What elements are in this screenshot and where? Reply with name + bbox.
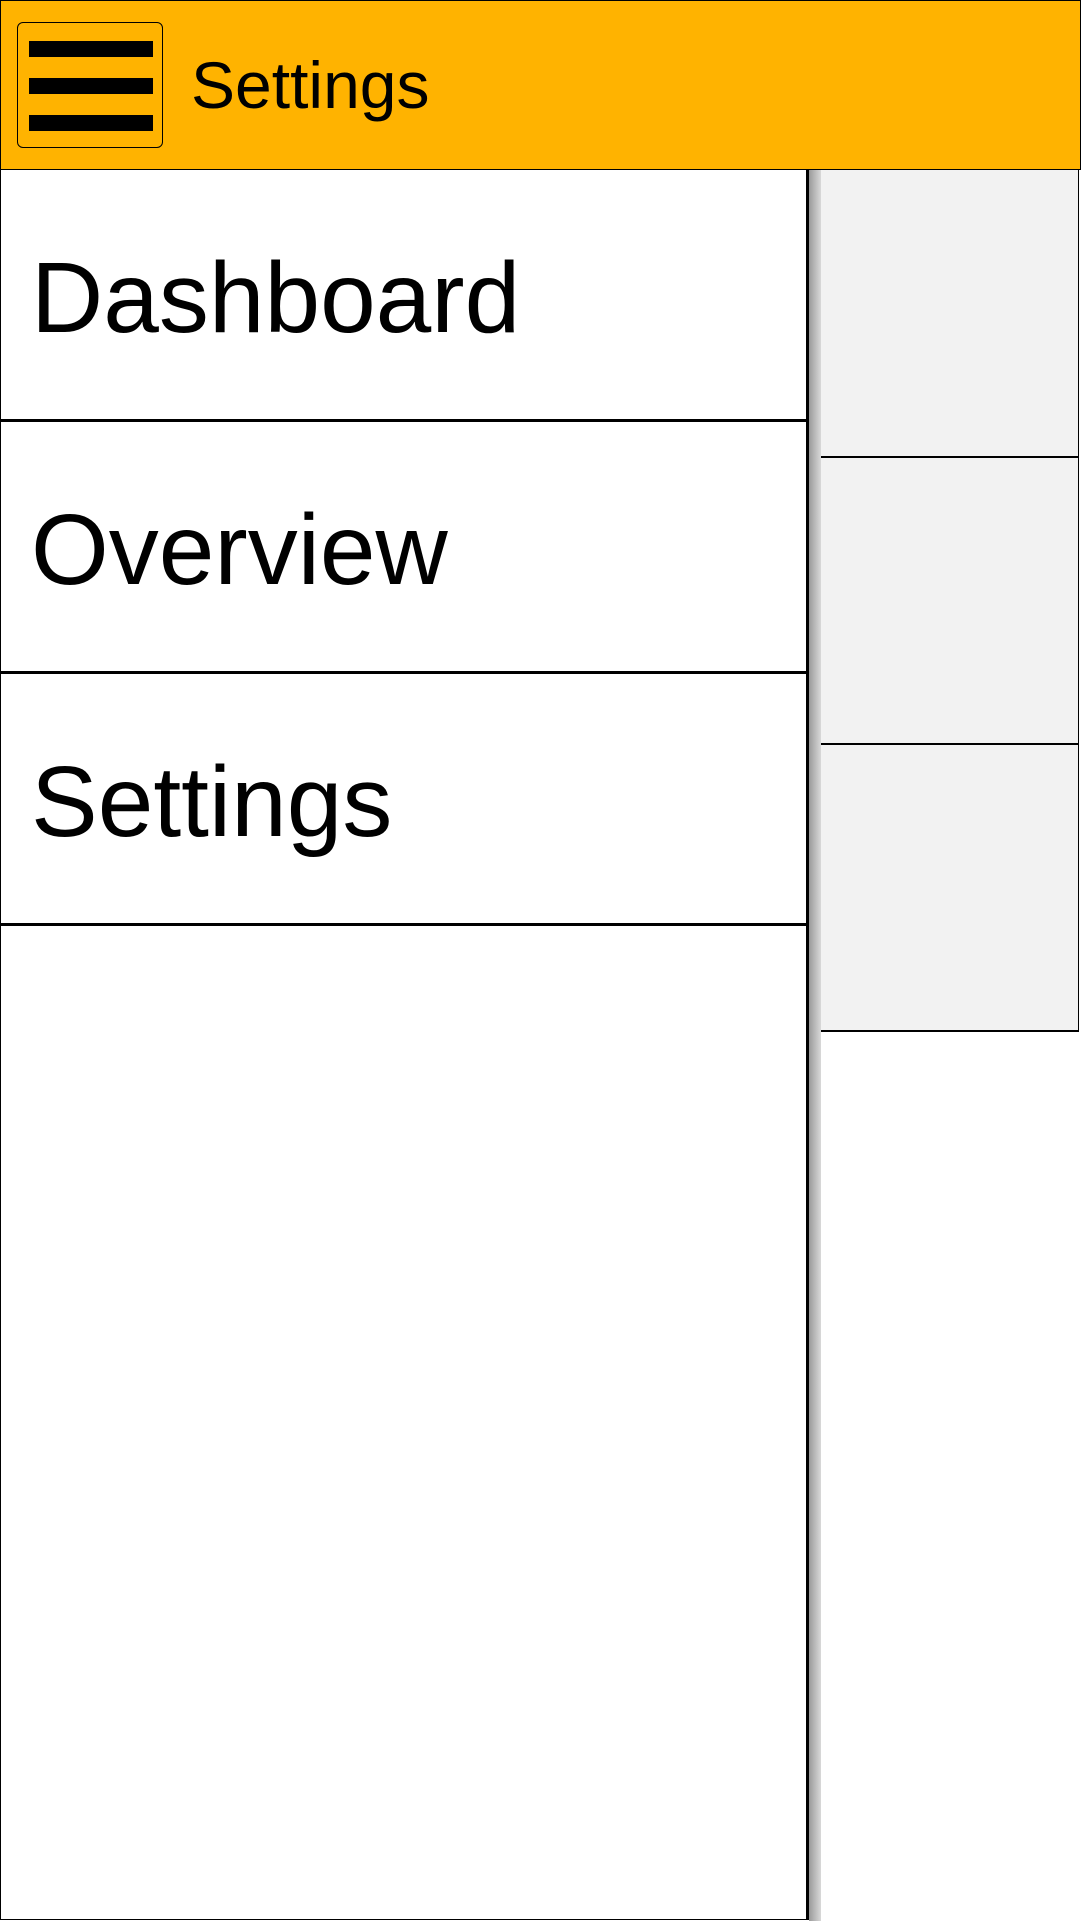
- app-screen: Settings Dashboard Overview Settings: [0, 0, 1081, 1921]
- top-app-bar: Settings: [0, 0, 1081, 170]
- navigation-drawer: Dashboard Overview Settings: [0, 170, 809, 1920]
- page-title: Settings: [191, 48, 430, 122]
- drawer-item-settings[interactable]: Settings: [1, 674, 807, 926]
- hamburger-menu-icon-bar-2: [29, 78, 153, 94]
- drawer-item-overview[interactable]: Overview: [1, 422, 807, 674]
- menu-button[interactable]: [17, 22, 163, 148]
- drawer-item-label: Overview: [31, 494, 448, 606]
- hamburger-menu-icon-bar-1: [29, 41, 153, 57]
- drawer-item-dashboard[interactable]: Dashboard: [1, 170, 807, 422]
- hamburger-menu-icon-bar-3: [29, 115, 153, 131]
- drawer-item-label: Dashboard: [31, 242, 521, 354]
- drawer-shadow: [809, 170, 821, 1921]
- drawer-item-label: Settings: [31, 746, 393, 858]
